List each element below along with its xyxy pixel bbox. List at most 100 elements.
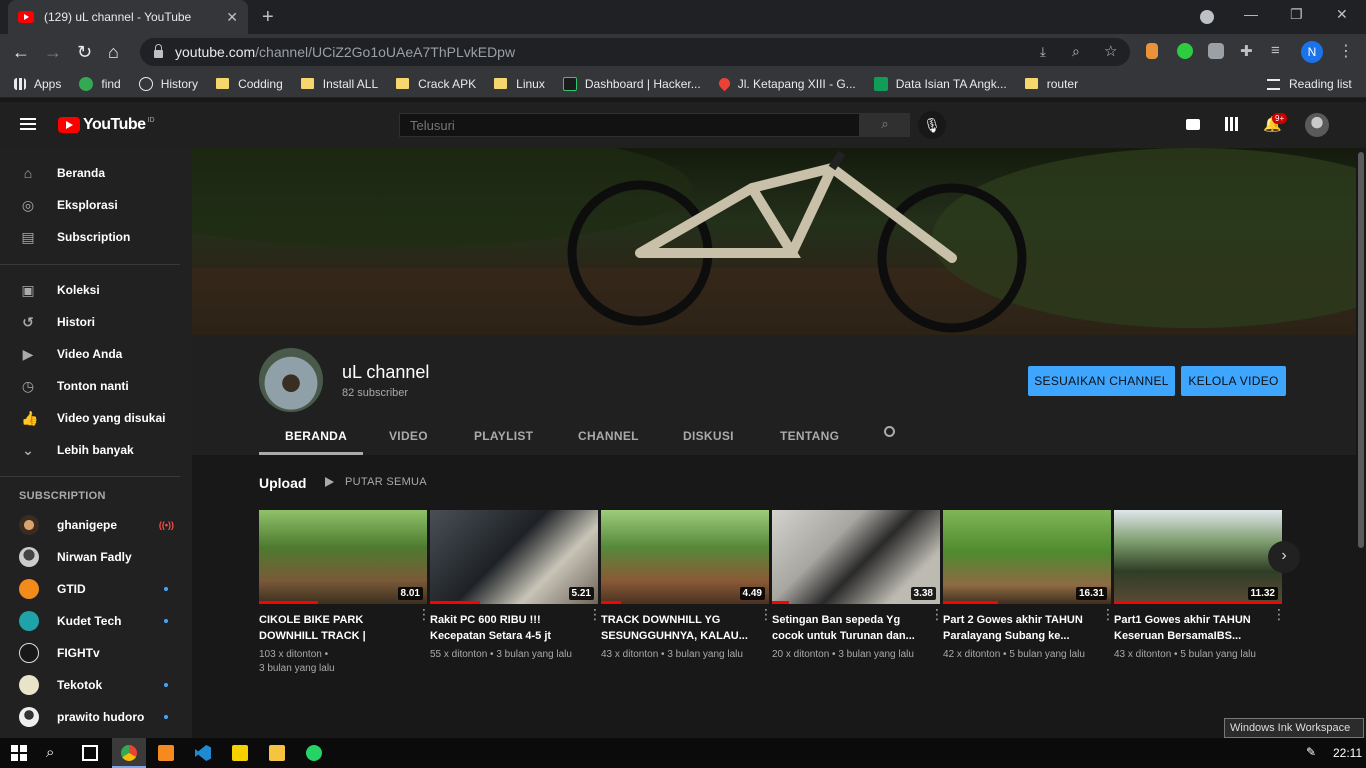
windows-start-icon[interactable] xyxy=(11,745,27,761)
video-title[interactable]: Rakit PC 600 RIBU !!! Kecepatan Setara 4… xyxy=(430,612,580,644)
task-view-icon[interactable] xyxy=(82,745,98,761)
voice-search-icon[interactable]: 🎙 xyxy=(918,111,946,139)
subscription-item[interactable]: FIGHTv xyxy=(0,637,192,669)
forward-button[interactable]: → xyxy=(44,42,62,63)
extension-icon[interactable] xyxy=(1208,43,1224,59)
video-title[interactable]: Part 2 Gowes akhir TAHUN Paralayang Suba… xyxy=(943,612,1093,644)
tab-tentang[interactable]: TENTANG xyxy=(780,429,839,443)
video-card[interactable]: 3.38 Setingan Ban sepeda Yg cocok untuk … xyxy=(772,510,944,662)
sidebar-item-lebih-banyak[interactable]: ⌄ Lebih banyak xyxy=(0,434,192,466)
close-window-button[interactable]: ✕ xyxy=(1336,6,1348,23)
video-menu-kebab-icon[interactable]: ⋮ xyxy=(1272,607,1286,621)
vscode-icon[interactable] xyxy=(195,745,211,761)
sidebar-item-beranda[interactable]: ⌂ Beranda xyxy=(0,157,192,189)
video-thumbnail[interactable]: 5.21 xyxy=(430,510,598,604)
new-tab-button[interactable]: + xyxy=(262,6,274,29)
search-input[interactable] xyxy=(399,113,860,137)
profile-avatar[interactable]: N xyxy=(1301,41,1323,63)
video-thumbnail[interactable]: 16.31 xyxy=(943,510,1111,604)
subscription-item[interactable]: ghanigepe ((•)) xyxy=(0,509,192,541)
sidebar-item-video-anda[interactable]: ▶ Video Anda xyxy=(0,338,192,370)
video-title[interactable]: Setingan Ban sepeda Yg cocok untuk Turun… xyxy=(772,612,922,644)
hamburger-menu-icon[interactable] xyxy=(20,118,36,130)
channel-search-icon[interactable] xyxy=(884,426,895,437)
bookmark-linux[interactable]: Linux xyxy=(494,77,545,91)
sidebar-item-subscription[interactable]: ▤ Subscription xyxy=(0,221,192,253)
video-menu-kebab-icon[interactable]: ⋮ xyxy=(930,607,944,621)
tab-beranda[interactable]: BERANDA xyxy=(285,429,347,443)
extension-icon[interactable] xyxy=(1146,43,1158,59)
media-control-icon[interactable]: ≡ xyxy=(1271,42,1280,59)
minimize-button[interactable]: — xyxy=(1244,6,1258,22)
youtube-logo[interactable]: YouTube ID xyxy=(58,116,155,134)
clock-time[interactable]: 22:11 xyxy=(1333,746,1362,760)
home-button[interactable]: ⌂ xyxy=(108,42,119,63)
whatsapp-icon[interactable] xyxy=(306,745,322,761)
subscription-item[interactable]: Kudet Tech xyxy=(0,605,192,637)
play-all-button[interactable]: PUTAR SEMUA xyxy=(325,476,427,488)
tab-playlist[interactable]: PLAYLIST xyxy=(474,429,533,443)
video-menu-kebab-icon[interactable]: ⋮ xyxy=(417,607,431,621)
customize-channel-button[interactable]: SESUAIKAN CHANNEL xyxy=(1028,366,1175,396)
sidebar-item-tonton-nanti[interactable]: ◷ Tonton nanti xyxy=(0,370,192,402)
install-icon[interactable]: ⤓ xyxy=(1040,44,1046,60)
video-title[interactable]: CIKOLE BIKE PARK DOWNHILL TRACK | Setela… xyxy=(259,612,409,644)
video-card[interactable]: 16.31 Part 2 Gowes akhir TAHUN Paralayan… xyxy=(943,510,1115,662)
video-menu-kebab-icon[interactable]: ⋮ xyxy=(588,607,602,621)
video-title[interactable]: TRACK DOWNHILL YG SESUNGGUHNYA, KALAU... xyxy=(601,612,751,644)
sidebar-item-video-disukai[interactable]: 👍 Video yang disukai xyxy=(0,402,192,434)
page-scrollbar[interactable] xyxy=(1356,148,1366,738)
search-button[interactable]: ⌕ xyxy=(860,113,910,137)
ink-workspace-icon[interactable]: ✎ xyxy=(1306,745,1316,759)
reading-list-button[interactable]: Reading list xyxy=(1267,77,1352,91)
create-video-icon[interactable] xyxy=(1186,119,1200,130)
search-icon[interactable]: ⌕ xyxy=(46,744,54,761)
menu-kebab-icon[interactable]: ⋮ xyxy=(1338,41,1354,61)
bookmark-maps[interactable]: Jl. Ketapang XIII - G... xyxy=(716,75,856,92)
file-explorer-icon[interactable] xyxy=(269,745,285,761)
sidebar-item-histori[interactable]: ↺ Histori xyxy=(0,306,192,338)
video-title[interactable]: Part1 Gowes akhir TAHUN Keseruan Bersama… xyxy=(1114,612,1264,644)
sidebar-item-eksplorasi[interactable]: ◎ Eksplorasi xyxy=(0,189,192,221)
bookmark-data-isian[interactable]: Data Isian TA Angk... xyxy=(873,76,1007,91)
sidebar-item-koleksi[interactable]: ▣ Koleksi xyxy=(0,274,192,306)
next-arrow-button[interactable]: › xyxy=(1268,541,1300,573)
zoom-icon[interactable]: ⌕ xyxy=(1072,43,1080,60)
bookmark-apps[interactable]: Apps xyxy=(14,77,61,91)
tab-diskusi[interactable]: DISKUSI xyxy=(683,429,734,443)
bookmark-dashboard-hacker[interactable]: Dashboard | Hacker... xyxy=(562,76,701,91)
close-tab-icon[interactable]: ✕ xyxy=(226,9,238,26)
bookmark-install-all[interactable]: Install ALL xyxy=(300,77,378,91)
reload-button[interactable]: ↻ xyxy=(77,42,92,63)
subscription-item[interactable]: GTID xyxy=(0,573,192,605)
bookmark-star-icon[interactable]: ☆ xyxy=(1104,42,1117,60)
tab-video[interactable]: VIDEO xyxy=(389,429,428,443)
video-card[interactable]: 11.32 Part1 Gowes akhir TAHUN Keseruan B… xyxy=(1114,510,1286,662)
video-thumbnail[interactable]: 8.01 xyxy=(259,510,427,604)
bookmark-router[interactable]: router xyxy=(1024,77,1078,91)
address-bar[interactable]: youtube.com /channel/UCiZ2Go1oUAeA7ThPLv… xyxy=(140,38,1130,66)
bookmark-crack-apk[interactable]: Crack APK xyxy=(396,77,476,91)
tab-channel[interactable]: CHANNEL xyxy=(578,429,639,443)
video-thumbnail[interactable]: 3.38 xyxy=(772,510,940,604)
video-card[interactable]: 4.49 TRACK DOWNHILL YG SESUNGGUHNYA, KAL… xyxy=(601,510,773,662)
bookmark-codding[interactable]: Codding xyxy=(216,77,283,91)
bookmark-find[interactable]: find xyxy=(79,76,121,91)
video-menu-kebab-icon[interactable]: ⋮ xyxy=(759,607,773,621)
extension-icon[interactable] xyxy=(1177,43,1193,59)
bookmark-history[interactable]: History xyxy=(138,76,198,91)
extensions-puzzle-icon[interactable]: ✚ xyxy=(1240,42,1253,60)
tab-search-icon[interactable] xyxy=(1200,10,1214,24)
video-card[interactable]: 8.01 CIKOLE BIKE PARK DOWNHILL TRACK | S… xyxy=(259,510,431,676)
maximize-button[interactable]: ❐ xyxy=(1290,6,1303,23)
sticky-notes-icon[interactable] xyxy=(232,745,248,761)
browser-tab[interactable]: (129) uL channel - YouTube ✕ xyxy=(8,0,248,34)
subscription-item[interactable]: prawito hudoro xyxy=(0,701,192,733)
video-menu-kebab-icon[interactable]: ⋮ xyxy=(1101,607,1115,621)
video-thumbnail[interactable]: 4.49 xyxy=(601,510,769,604)
video-thumbnail[interactable]: 11.32 xyxy=(1114,510,1282,604)
video-card[interactable]: 5.21 Rakit PC 600 RIBU !!! Kecepatan Set… xyxy=(430,510,602,662)
xampp-icon[interactable] xyxy=(158,745,174,761)
subscription-item[interactable]: Tekotok xyxy=(0,669,192,701)
subscription-item[interactable]: Nirwan Fadly xyxy=(0,541,192,573)
